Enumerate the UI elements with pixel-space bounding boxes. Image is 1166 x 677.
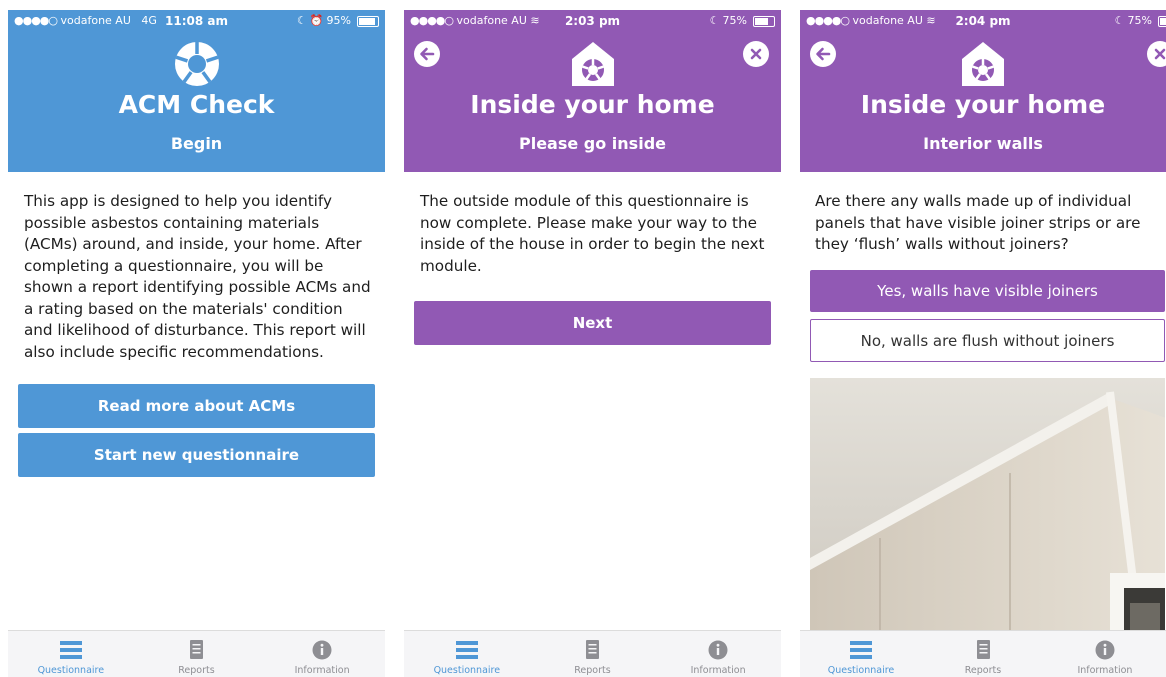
tab-information[interactable]: Information	[259, 631, 385, 677]
battery-percent: 75%	[722, 14, 747, 27]
close-button[interactable]	[1147, 41, 1166, 67]
alarm-icon: ⏰	[309, 14, 324, 27]
header: ●●●●○ vodafone AU ≋ 2:03 pm ☾ 75% Inside…	[404, 10, 781, 172]
tab-information[interactable]: Information	[1044, 631, 1166, 677]
document-icon	[586, 640, 600, 659]
tab-questionnaire[interactable]: Questionnaire	[404, 631, 530, 677]
tab-questionnaire[interactable]: Questionnaire	[800, 631, 922, 677]
tab-label: Information	[1077, 665, 1133, 676]
battery-percent: 95%	[326, 14, 351, 27]
house-logo-icon	[571, 42, 614, 86]
battery-icon	[357, 15, 379, 27]
header: ●●●●○ vodafone AU ≋ 2:04 pm ☾ 75% Inside…	[800, 10, 1166, 172]
tab-label: Reports	[574, 665, 611, 676]
info-icon	[1095, 640, 1115, 660]
document-icon	[976, 640, 990, 659]
tab-label: Questionnaire	[433, 665, 501, 676]
house-logo-icon	[962, 42, 1004, 86]
tab-label: Questionnaire	[37, 665, 105, 676]
tab-information[interactable]: Information	[655, 631, 781, 677]
screen-interior-walls: ●●●●○ vodafone AU ≋ 2:04 pm ☾ 75% Inside…	[800, 10, 1166, 677]
instruction-text: The outside module of this questionnaire…	[420, 192, 765, 275]
info-icon	[708, 640, 728, 660]
acm-logo-icon	[174, 42, 219, 86]
battery-fill	[755, 17, 768, 25]
tab-label: Reports	[178, 665, 215, 676]
start-questionnaire-button[interactable]: Start new questionnaire	[18, 433, 375, 477]
page-subtitle: Interior walls	[923, 134, 1043, 153]
screen-begin: ●●●●○ vodafone AU 4G 11:08 am ☾ ⏰ 95% AC…	[8, 10, 385, 677]
tab-label: Information	[294, 665, 350, 676]
battery-fill	[1160, 17, 1166, 25]
tab-label: Questionnaire	[827, 665, 895, 676]
battery-icon	[753, 15, 775, 27]
status-bar: ●●●●○ vodafone AU ≋ 2:03 pm ☾ 75%	[404, 10, 781, 32]
page-subtitle: Please go inside	[518, 134, 666, 153]
status-bar: ●●●●○ vodafone AU 4G 11:08 am ☾ ⏰ 95%	[8, 10, 385, 32]
tab-reports[interactable]: Reports	[134, 631, 260, 677]
close-icon	[1154, 48, 1166, 60]
status-time: 2:04 pm	[955, 14, 1011, 28]
battery-fill	[359, 17, 375, 25]
back-button[interactable]	[414, 41, 440, 67]
moon-icon: ☾	[296, 14, 307, 27]
screen-go-inside: ●●●●○ vodafone AU ≋ 2:03 pm ☾ 75% Inside…	[404, 10, 781, 677]
next-button[interactable]: Next	[414, 301, 771, 345]
read-more-button[interactable]: Read more about ACMs	[18, 384, 375, 428]
list-icon	[59, 641, 82, 659]
option-yes-button[interactable]: Yes, walls have visible joiners	[810, 270, 1165, 312]
tab-label: Information	[690, 665, 746, 676]
tab-bar: Questionnaire Reports Information	[800, 630, 1166, 677]
info-icon	[312, 640, 332, 660]
page-subtitle: Begin	[170, 134, 223, 153]
list-icon	[455, 641, 478, 659]
tab-label: Reports	[964, 665, 1002, 676]
close-button[interactable]	[743, 41, 769, 67]
tab-bar: Questionnaire Reports Information	[8, 630, 385, 677]
battery-percent: 75%	[1127, 14, 1152, 27]
page-title: Inside your home	[470, 90, 715, 119]
tab-questionnaire[interactable]: Questionnaire	[8, 631, 134, 677]
moon-icon: ☾	[1114, 14, 1125, 27]
arrow-left-icon	[816, 47, 831, 61]
page-title: Inside your home	[860, 90, 1106, 119]
tab-bar: Questionnaire Reports Information	[404, 630, 781, 677]
back-button[interactable]	[810, 41, 836, 67]
header: ●●●●○ vodafone AU 4G 11:08 am ☾ ⏰ 95% AC…	[8, 10, 385, 172]
page-title: ACM Check	[118, 90, 275, 119]
arrow-left-icon	[420, 47, 435, 61]
battery-icon	[1158, 15, 1166, 27]
status-bar: ●●●●○ vodafone AU ≋ 2:04 pm ☾ 75%	[800, 10, 1166, 32]
intro-text: This app is designed to help you identif…	[24, 192, 371, 361]
tab-reports[interactable]: Reports	[530, 631, 656, 677]
moon-icon: ☾	[709, 14, 720, 27]
tab-reports[interactable]: Reports	[922, 631, 1044, 677]
document-icon	[190, 640, 204, 659]
question-text: Are there any walls made up of individua…	[815, 192, 1141, 253]
interior-wall-photo	[810, 378, 1165, 638]
list-icon	[849, 641, 872, 659]
option-no-button[interactable]: No, walls are flush without joiners	[810, 319, 1165, 362]
close-icon	[750, 48, 762, 60]
